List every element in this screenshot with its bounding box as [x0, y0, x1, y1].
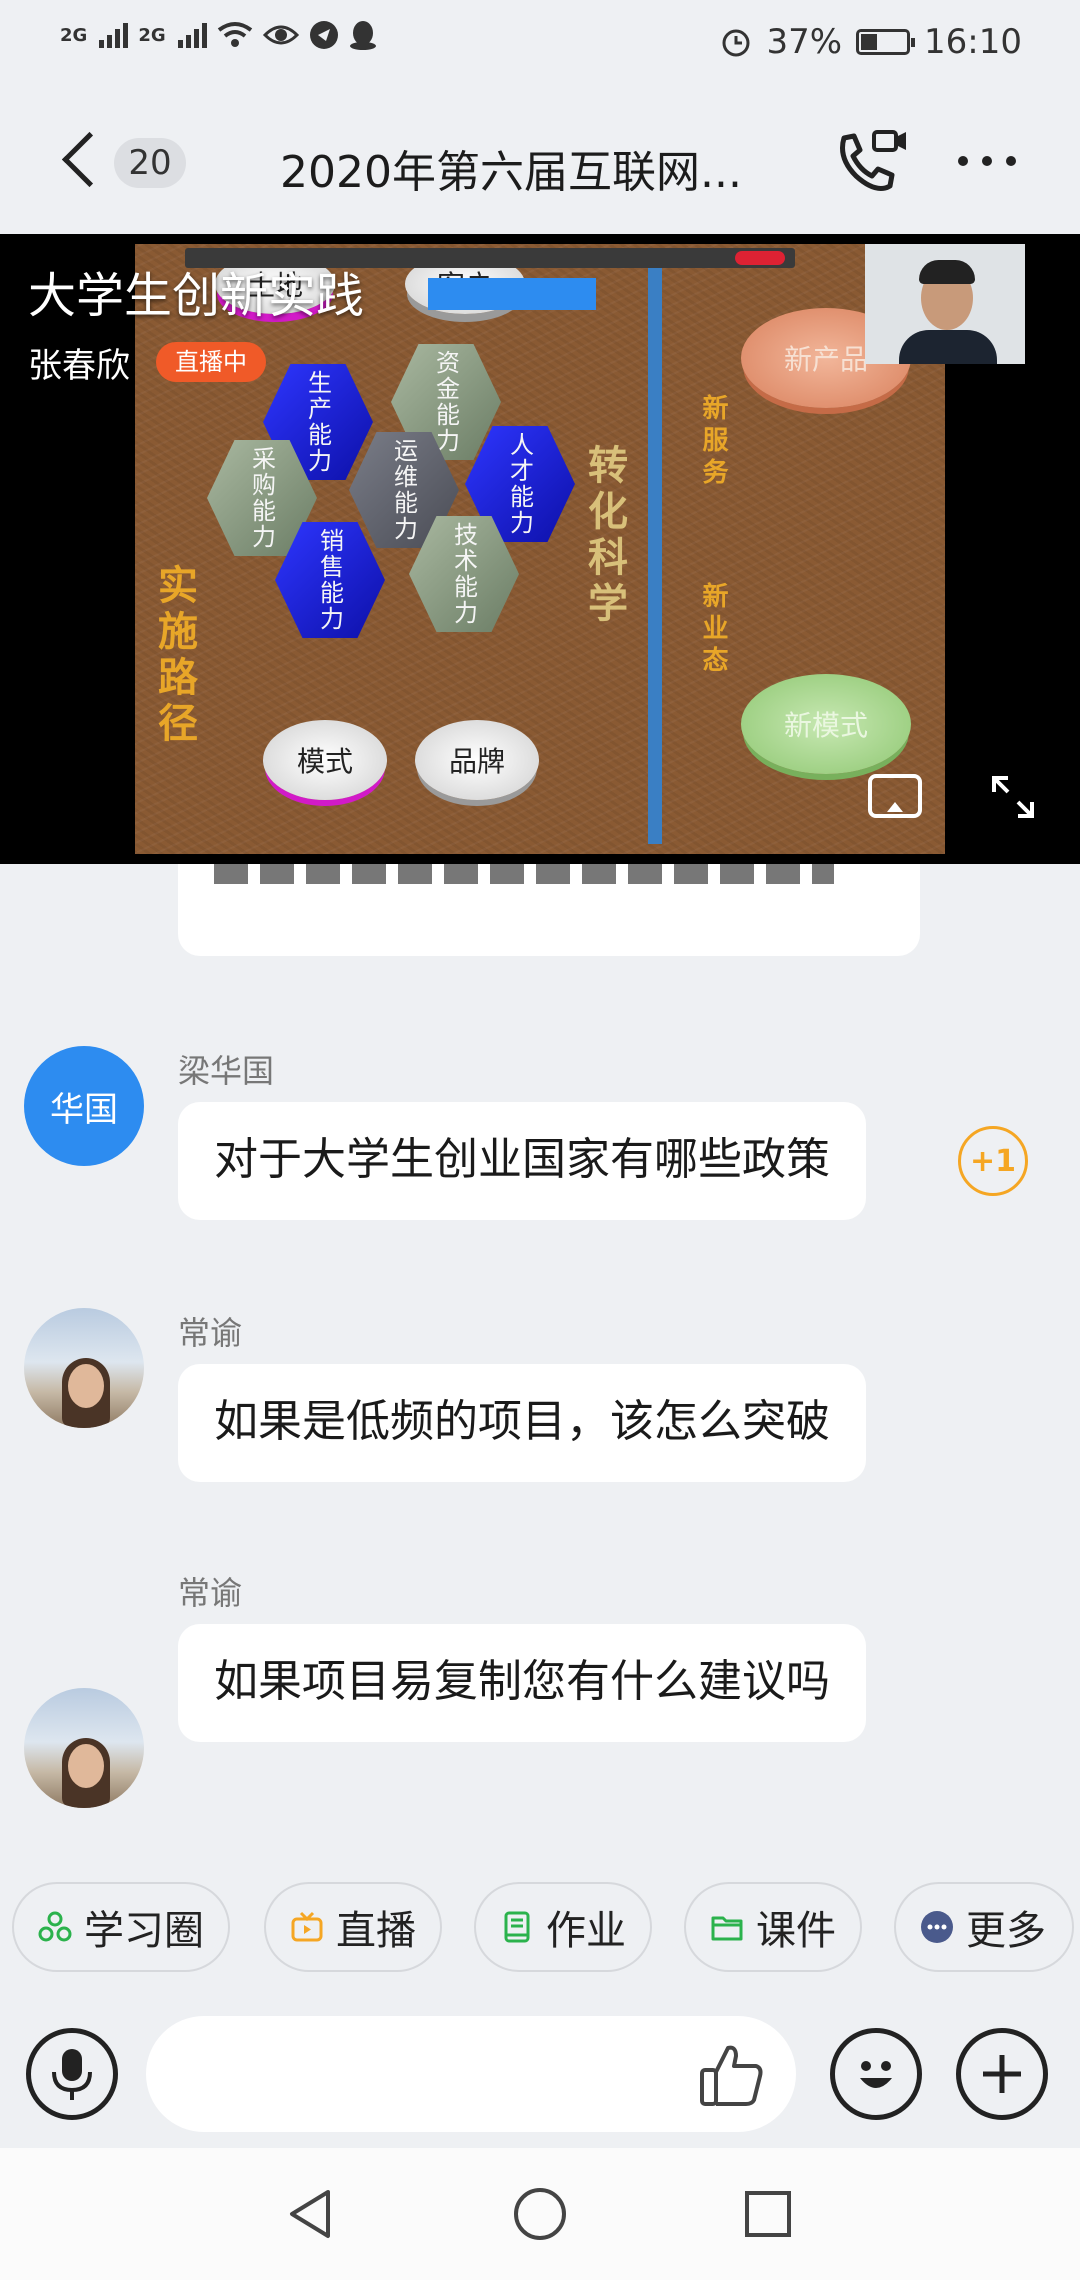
disc-brand: 品牌	[415, 720, 539, 800]
disc-mode: 模式	[263, 720, 387, 800]
avatar[interactable]	[24, 1308, 144, 1428]
avatar[interactable]: 华国	[24, 1046, 144, 1166]
page-title: 2020年第六届互联网...	[280, 147, 742, 198]
quick-action-label: 更多	[966, 1908, 1046, 1954]
qq-icon	[349, 21, 376, 50]
system-navigation-bar	[0, 2148, 1080, 2280]
chat-area: 华国 梁华国 对于大学生创业国家有哪些政策 +1 常谕 如果是低频的项目，该怎么…	[0, 864, 1080, 1808]
message-bubble-partial[interactable]	[178, 864, 920, 956]
quick-action-study-circle[interactable]: 学习圈	[12, 1882, 230, 1972]
sender-name: 常谕	[178, 1574, 243, 1612]
slide-divider	[648, 264, 662, 844]
unread-count-badge[interactable]: 20	[114, 138, 186, 188]
signal-icon	[177, 22, 207, 48]
live-video-player[interactable]: 土地 客户 生产能力 资金能力 采购能力 运维能力 人才能力 销售能力 技术能力…	[0, 234, 1080, 864]
signal-label-2: 2G	[138, 24, 166, 46]
live-title: 大学生创新实践	[28, 268, 365, 324]
smiley-icon	[860, 2061, 892, 2088]
presenter-name: 张春欣	[28, 346, 130, 386]
folder-icon	[711, 1916, 743, 1941]
status-right: 37% 16:10	[720, 22, 1022, 62]
alarm-icon	[722, 29, 750, 57]
status-bar: 2G 2G 37% 16:10	[0, 0, 1080, 92]
microphone-icon	[52, 2049, 92, 2100]
quick-action-label: 课件	[756, 1908, 836, 1954]
slide-text-science: 转化科学	[581, 444, 627, 628]
slide-text-new-service: 新服务	[698, 394, 728, 490]
presenter-webcam	[865, 244, 1025, 364]
emoji-button[interactable]	[830, 2028, 922, 2120]
battery-fill	[861, 34, 878, 50]
tv-icon	[291, 1911, 323, 1942]
sender-name: 梁华国	[178, 1052, 275, 1090]
message-bubble[interactable]: 对于大学生创业国家有哪些政策	[178, 1102, 866, 1220]
battery-icon	[856, 29, 916, 55]
more-options-button[interactable]	[958, 156, 1016, 166]
input-bar	[0, 1998, 1080, 2148]
quick-action-live[interactable]: 直播	[264, 1882, 442, 1972]
quick-action-label: 学习圈	[84, 1908, 204, 1954]
fullscreen-icon[interactable]	[990, 774, 1036, 820]
disc-new-mode: 新模式	[741, 674, 911, 774]
quick-action-more[interactable]: 更多	[894, 1882, 1074, 1972]
app-icon	[309, 21, 338, 49]
battery-percent: 37%	[766, 22, 843, 62]
clock: 16:10	[924, 22, 1022, 62]
plus-one-button[interactable]: +1	[958, 1126, 1028, 1196]
avatar[interactable]	[24, 1688, 144, 1808]
quick-action-homework[interactable]: 作业	[474, 1882, 652, 1972]
back-button[interactable]	[52, 130, 112, 190]
nav-recents-icon[interactable]	[742, 2188, 794, 2240]
wifi-icon	[217, 22, 252, 47]
nav-home-icon[interactable]	[512, 2186, 568, 2242]
message-bubble[interactable]: 如果是低频的项目，该怎么突破	[178, 1364, 866, 1482]
more-dots-icon	[921, 1911, 953, 1943]
signal-icon	[99, 22, 129, 48]
thumbs-up-icon[interactable]	[698, 2042, 766, 2108]
quick-action-courseware[interactable]: 课件	[684, 1882, 862, 1972]
chat-header: 20 2020年第六届互联网...	[0, 92, 1080, 234]
circle-group-icon	[38, 1911, 72, 1942]
signal-label-1: 2G	[60, 24, 88, 46]
sender-name: 常谕	[178, 1314, 243, 1352]
plus-icon	[983, 2055, 1021, 2093]
nav-back-icon[interactable]	[284, 2186, 336, 2242]
add-button[interactable]	[956, 2028, 1048, 2120]
eye-icon	[262, 25, 299, 45]
message-input[interactable]	[146, 2016, 796, 2132]
slide-text-new-format: 新业态	[698, 582, 728, 678]
cast-icon[interactable]	[868, 774, 922, 818]
screen-share-tip	[428, 278, 596, 310]
video-call-icon[interactable]	[830, 128, 910, 198]
live-badge: 直播中	[156, 342, 266, 382]
quick-action-label: 直播	[336, 1908, 416, 1954]
presentation-slide: 土地 客户 生产能力 资金能力 采购能力 运维能力 人才能力 销售能力 技术能力…	[135, 244, 945, 854]
quick-action-label: 作业	[546, 1908, 626, 1954]
slide-text-path: 实施路径	[151, 564, 197, 748]
message-bubble[interactable]: 如果项目易复制您有什么建议吗	[178, 1624, 866, 1742]
book-icon	[504, 1911, 530, 1943]
voice-button[interactable]	[26, 2028, 118, 2120]
status-left: 2G 2G	[60, 20, 377, 50]
